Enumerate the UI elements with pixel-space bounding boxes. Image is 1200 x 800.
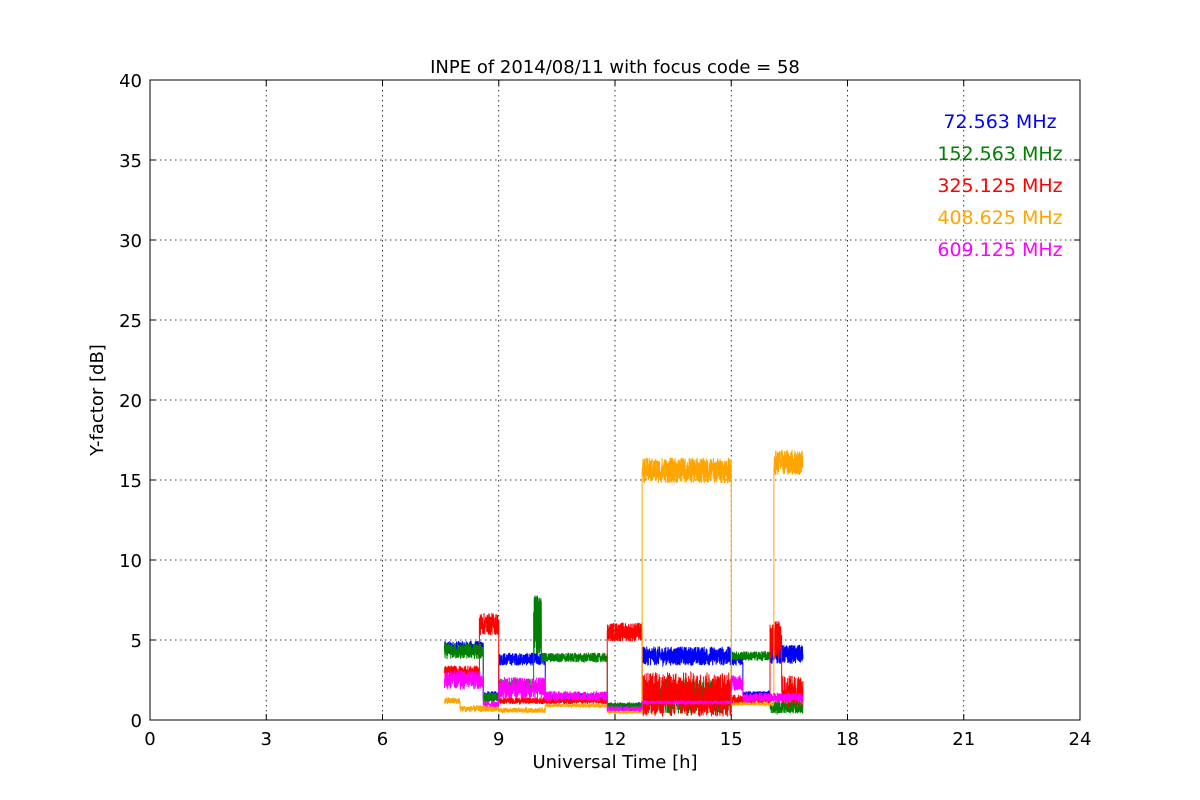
legend-entry: 152.563 MHz — [937, 143, 1062, 165]
y-tick-label: 15 — [119, 471, 142, 492]
chart: 0 3 6 9 12 15 18 21 24 0 5 10 15 20 25 30 35 40 INPE of 2… — [0, 0, 1200, 800]
legend-entry: 609.125 MHz — [937, 239, 1062, 261]
x-tick-label: 9 — [493, 729, 504, 750]
legend-entry: 72.563 MHz — [943, 111, 1056, 133]
x-tick-label: 0 — [144, 729, 155, 750]
y-tick-label: 35 — [119, 151, 142, 172]
y-tick-label: 20 — [119, 391, 142, 412]
y-axis-label: Y-factor [dB] — [87, 344, 108, 457]
y-tick-label: 30 — [119, 231, 142, 252]
legend-entry: 408.625 MHz — [937, 207, 1062, 229]
x-axis-label: Universal Time [h] — [532, 752, 697, 773]
y-tick-label: 10 — [119, 551, 142, 572]
x-tick-label: 3 — [261, 729, 272, 750]
x-tick-label: 15 — [720, 729, 743, 750]
y-tick-label: 25 — [119, 311, 142, 332]
x-tick-label: 6 — [377, 729, 388, 750]
chart-title: INPE of 2014/08/11 with focus code = 58 — [430, 57, 800, 78]
y-tick-label: 0 — [131, 711, 142, 732]
x-tick-label: 12 — [604, 729, 627, 750]
x-tick-label: 24 — [1069, 729, 1092, 750]
y-tick-label: 5 — [131, 631, 142, 652]
legend-entry: 325.125 MHz — [937, 175, 1062, 197]
y-tick-label: 40 — [119, 71, 142, 92]
x-tick-label: 21 — [952, 729, 975, 750]
x-tick-label: 18 — [836, 729, 859, 750]
